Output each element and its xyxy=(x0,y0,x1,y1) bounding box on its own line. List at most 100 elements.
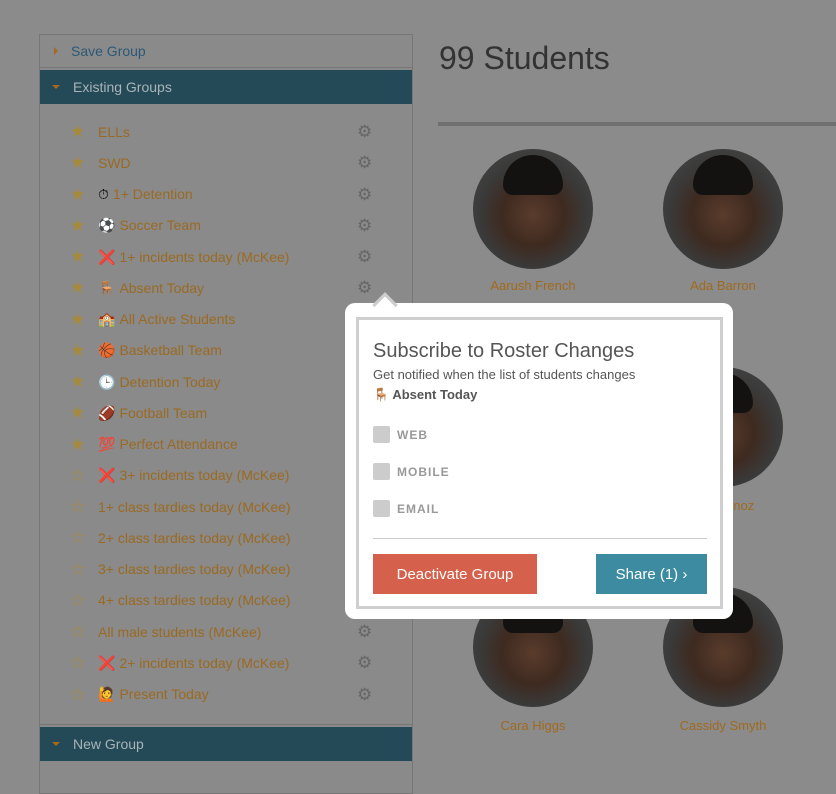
group-label[interactable]: All Active Students xyxy=(119,311,235,327)
gear-icon[interactable]: ⚙ xyxy=(357,217,372,234)
group-item[interactable]: ★ SWD ⚙ xyxy=(40,147,412,178)
star-outline-icon[interactable]: ☆ xyxy=(70,686,90,703)
group-label[interactable]: Soccer Team xyxy=(119,217,200,233)
caret-down-icon xyxy=(52,741,60,746)
student-name[interactable]: Cassidy Smyth xyxy=(628,718,818,733)
star-filled-icon[interactable]: ★ xyxy=(70,436,90,453)
group-label[interactable]: Basketball Team xyxy=(119,342,221,358)
gear-icon[interactable]: ⚙ xyxy=(357,654,372,671)
group-emoji-icon: 🏫 xyxy=(98,311,116,328)
group-label[interactable]: 1+ incidents today (McKee) xyxy=(119,249,289,265)
gear-icon[interactable]: ⚙ xyxy=(357,279,372,296)
mobile-label: MOBILE xyxy=(397,464,450,479)
group-emoji-icon: ⚽ xyxy=(98,217,116,234)
share-button[interactable]: Share (1) › xyxy=(596,554,707,594)
new-group-label: New Group xyxy=(73,735,144,752)
group-label[interactable]: All male students (McKee) xyxy=(98,624,261,640)
group-item[interactable]: ☆ All male students (McKee) ⚙ xyxy=(40,616,412,647)
group-item[interactable]: ★ ELLs ⚙ xyxy=(40,116,412,147)
group-emoji-icon: ❌ xyxy=(98,467,116,484)
star-filled-icon[interactable]: ★ xyxy=(70,154,90,171)
star-filled-icon[interactable]: ★ xyxy=(70,248,90,265)
group-label[interactable]: 3+ incidents today (McKee) xyxy=(119,467,289,483)
group-item[interactable]: ★ ⚽ Soccer Team ⚙ xyxy=(40,210,412,241)
star-outline-icon[interactable]: ☆ xyxy=(70,529,90,546)
caret-down-icon xyxy=(52,85,60,89)
star-filled-icon[interactable]: ★ xyxy=(70,279,90,296)
group-label[interactable]: 2+ incidents today (McKee) xyxy=(119,655,289,671)
star-outline-icon[interactable]: ☆ xyxy=(70,561,90,578)
star-filled-icon[interactable]: ★ xyxy=(70,404,90,421)
group-label[interactable]: 1+ Detention xyxy=(113,186,193,202)
group-emoji-icon: ❌ xyxy=(98,654,116,671)
star-filled-icon[interactable]: ★ xyxy=(70,123,90,140)
new-group-header[interactable]: New Group xyxy=(40,726,412,761)
group-label[interactable]: Football Team xyxy=(119,405,207,421)
group-label[interactable]: Present Today xyxy=(119,686,208,702)
group-item[interactable]: ★ ⏱ 1+ Detention ⚙ xyxy=(40,179,412,210)
gear-icon[interactable]: ⚙ xyxy=(357,686,372,703)
star-filled-icon[interactable]: ★ xyxy=(70,311,90,328)
star-outline-icon[interactable]: ☆ xyxy=(70,623,90,640)
email-checkbox[interactable]: EMAIL xyxy=(373,500,439,517)
group-emoji-icon: 💯 xyxy=(98,436,116,453)
group-item[interactable]: ★ 🪑 Absent Today ⚙ xyxy=(40,272,412,303)
group-label[interactable]: 2+ class tardies today (McKee) xyxy=(98,530,291,546)
group-name-text: Absent Today xyxy=(392,387,478,402)
group-emoji-icon: 🙋 xyxy=(98,686,116,703)
student-name[interactable]: Cara Higgs xyxy=(438,718,628,733)
gear-icon[interactable]: ⚙ xyxy=(357,248,372,265)
group-emoji-icon: 🪑 xyxy=(98,279,116,296)
gear-icon[interactable]: ⚙ xyxy=(357,623,372,640)
save-group-label: Save Group xyxy=(71,43,146,59)
group-label[interactable]: Detention Today xyxy=(119,374,220,390)
student-avatar[interactable] xyxy=(473,149,593,269)
page-title: 99 Students xyxy=(439,40,610,76)
group-label[interactable]: 3+ class tardies today (McKee) xyxy=(98,561,291,577)
group-emoji-icon: 🕒 xyxy=(98,373,116,390)
star-outline-icon[interactable]: ☆ xyxy=(70,592,90,609)
student-name[interactable]: Ada Barron xyxy=(628,278,818,293)
star-filled-icon[interactable]: ★ xyxy=(70,217,90,234)
checkbox-box[interactable] xyxy=(373,500,390,517)
star-filled-icon[interactable]: ★ xyxy=(70,186,90,203)
star-filled-icon[interactable]: ★ xyxy=(70,373,90,390)
group-item[interactable]: ★ ❌ 1+ incidents today (McKee) ⚙ xyxy=(40,241,412,272)
gear-icon[interactable]: ⚙ xyxy=(357,186,372,203)
caret-right-icon xyxy=(54,47,58,55)
student-name[interactable]: Aarush French xyxy=(438,278,628,293)
star-outline-icon[interactable]: ☆ xyxy=(70,654,90,671)
group-emoji-icon: ⏱ xyxy=(98,186,109,203)
web-checkbox[interactable]: WEB xyxy=(373,426,428,443)
star-filled-icon[interactable]: ★ xyxy=(70,342,90,359)
group-emoji-icon: 🏈 xyxy=(98,404,116,421)
group-label[interactable]: SWD xyxy=(98,155,131,171)
star-outline-icon[interactable]: ☆ xyxy=(70,498,90,515)
star-outline-icon[interactable]: ☆ xyxy=(70,467,90,484)
gear-icon[interactable]: ⚙ xyxy=(357,154,372,171)
group-emoji-icon: ❌ xyxy=(98,248,116,265)
checkbox-box[interactable] xyxy=(373,426,390,443)
group-label[interactable]: Absent Today xyxy=(119,280,204,296)
group-emoji-icon: 🏀 xyxy=(98,342,116,359)
group-item[interactable]: ☆ 🙋 Present Today ⚙ xyxy=(40,679,412,710)
group-label[interactable]: 4+ class tardies today (McKee) xyxy=(98,592,291,608)
divider xyxy=(373,538,707,539)
chair-icon: 🪑 xyxy=(373,387,390,402)
divider xyxy=(438,122,836,126)
popover-subtitle: Get notified when the list of students c… xyxy=(373,367,636,382)
popover-title: Subscribe to Roster Changes xyxy=(373,340,635,362)
email-label: EMAIL xyxy=(397,501,440,516)
popover-group-name: 🪑 Absent Today xyxy=(373,387,477,403)
student-avatar[interactable] xyxy=(663,149,783,269)
checkbox-box[interactable] xyxy=(373,463,390,480)
existing-groups-header[interactable]: Existing Groups xyxy=(40,70,412,104)
deactivate-group-button[interactable]: Deactivate Group xyxy=(373,554,537,594)
group-label[interactable]: 1+ class tardies today (McKee) xyxy=(98,499,291,515)
mobile-checkbox[interactable]: MOBILE xyxy=(373,463,450,480)
group-label[interactable]: Perfect Attendance xyxy=(119,436,237,452)
save-group-toggle[interactable]: Save Group xyxy=(40,35,412,68)
group-label[interactable]: ELLs xyxy=(98,124,130,140)
gear-icon[interactable]: ⚙ xyxy=(357,123,372,140)
group-item[interactable]: ☆ ❌ 2+ incidents today (McKee) ⚙ xyxy=(40,647,412,678)
